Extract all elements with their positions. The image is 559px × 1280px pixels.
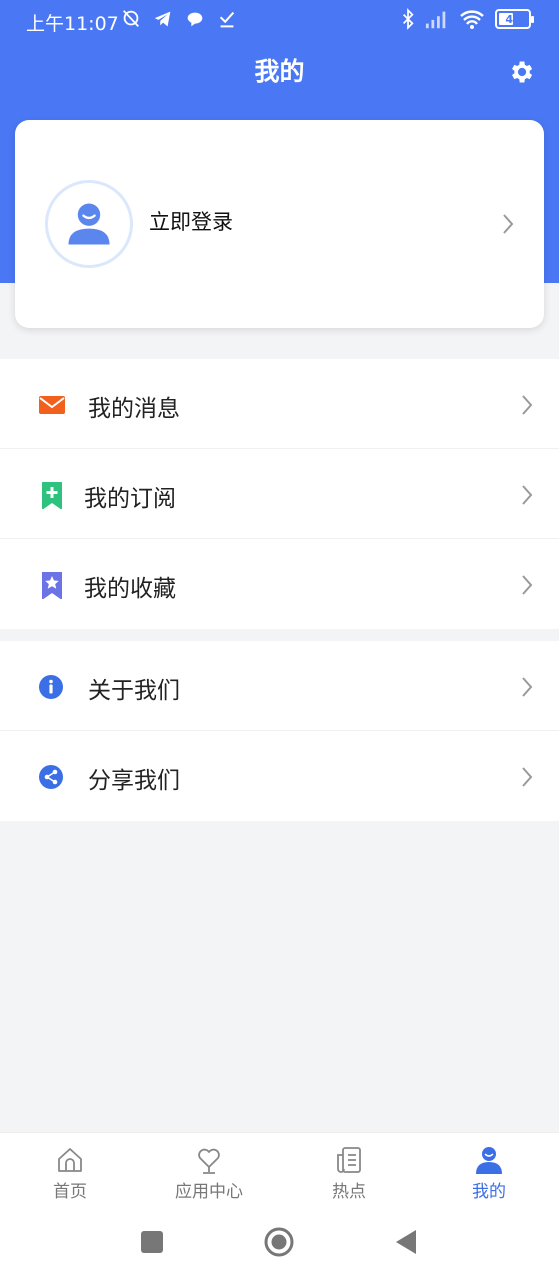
menu-label-messages: 我的消息 [88, 396, 180, 422]
tab-mine[interactable]: 我的 [439, 1145, 539, 1202]
back-button[interactable] [394, 1229, 418, 1259]
circle-home-icon [264, 1227, 294, 1257]
bluetooth-icon [403, 8, 414, 30]
bottom-tab-bar: 首页 应用中心 热点 我的 [0, 1132, 559, 1212]
chevron-right-icon [503, 214, 514, 234]
bookmark-plus-icon [42, 482, 62, 509]
info-icon [39, 675, 63, 699]
tab-mine-label: 我的 [472, 1182, 506, 1202]
battery-level: 45 [505, 12, 521, 26]
heart-icon [198, 1148, 220, 1174]
chevron-right-icon [522, 485, 533, 505]
avatar[interactable] [45, 180, 133, 268]
chevron-right-icon [522, 395, 533, 415]
menu-item-messages[interactable]: 我的消息 [0, 359, 559, 449]
triangle-back-icon [396, 1230, 416, 1254]
tab-hot[interactable]: 热点 [299, 1145, 399, 1202]
chevron-right-icon [522, 575, 533, 595]
tab-app-center-label: 应用中心 [175, 1182, 243, 1202]
chevron-right-icon [522, 767, 533, 787]
user-icon [476, 1147, 502, 1174]
system-status-icons: 45 [401, 8, 534, 30]
recent-apps-button[interactable] [140, 1230, 164, 1258]
menu-label-about: 关于我们 [88, 678, 180, 704]
settings-button[interactable] [507, 58, 535, 86]
status-time: 上午11:07 [26, 13, 119, 35]
login-card[interactable]: 立即登录 [15, 120, 544, 328]
menu-label-favorites: 我的收藏 [84, 576, 176, 602]
bookmark-star-icon [42, 572, 62, 599]
menu-label-subscriptions: 我的订阅 [84, 486, 176, 512]
menu-section-about: 关于我们 分享我们 [0, 641, 559, 821]
page-title: 我的 [254, 57, 305, 86]
system-navigation-bar [0, 1212, 559, 1280]
home-button[interactable] [263, 1226, 295, 1262]
chat-bubble-icon [187, 12, 203, 27]
menu-item-about[interactable]: 关于我们 [0, 641, 559, 731]
chevron-right-icon [522, 677, 533, 697]
wifi-icon [460, 10, 484, 29]
check-download-icon [219, 11, 235, 28]
battery-icon: 45 [495, 9, 534, 29]
user-avatar-icon [68, 203, 110, 245]
telegram-icon [154, 11, 171, 27]
square-icon [141, 1231, 163, 1253]
status-bar: 上午11:07 45 [0, 0, 559, 44]
tab-app-center[interactable]: 应用中心 [159, 1145, 259, 1202]
notification-icons [120, 8, 238, 30]
home-icon [58, 1148, 82, 1172]
share-icon [39, 765, 63, 789]
tab-home[interactable]: 首页 [20, 1145, 120, 1202]
tab-hot-label: 热点 [332, 1182, 366, 1202]
menu-item-share[interactable]: 分享我们 [0, 731, 559, 821]
menu-item-subscriptions[interactable]: 我的订阅 [0, 449, 559, 539]
mail-icon [39, 396, 65, 414]
login-label[interactable]: 立即登录 [149, 206, 233, 236]
menu-section-personal: 我的消息 我的订阅 我的收藏 [0, 359, 559, 629]
menu-item-favorites[interactable]: 我的收藏 [0, 539, 559, 629]
gear-icon [512, 61, 533, 83]
tab-home-label: 首页 [53, 1182, 87, 1202]
menu-label-share: 分享我们 [88, 768, 180, 794]
signal-icon [425, 11, 446, 29]
news-icon [337, 1147, 361, 1173]
alarm-off-icon [122, 10, 140, 27]
